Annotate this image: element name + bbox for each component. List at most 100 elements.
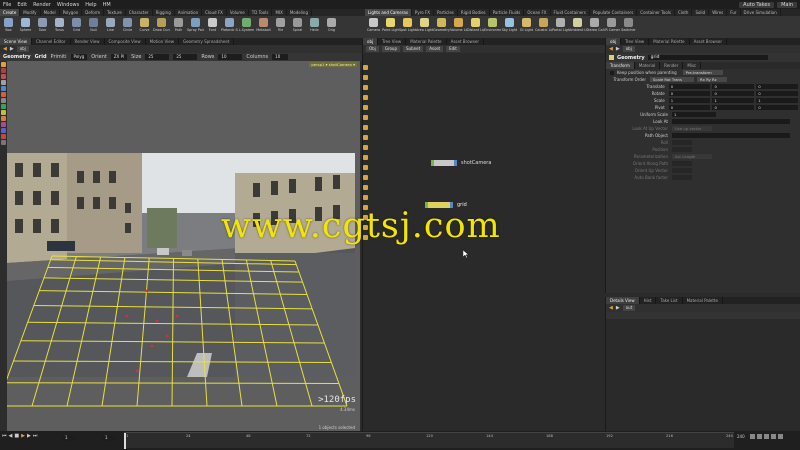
pane-tab[interactable]: Material xyxy=(635,62,661,69)
shelf-tab[interactable]: Texture xyxy=(104,9,126,16)
network-path-chip[interactable]: Subnet xyxy=(403,46,424,52)
menubar-button[interactable]: Auto Takes xyxy=(739,1,775,8)
pane-tab[interactable]: Channel Editor xyxy=(32,38,71,45)
options-icon[interactable] xyxy=(1,140,6,145)
pane-tab[interactable]: Asset Browser xyxy=(447,38,485,45)
columns-field[interactable]: 10 xyxy=(272,54,289,60)
play-icon[interactable]: ▶ xyxy=(21,433,25,439)
menu-item-edit[interactable]: Edit xyxy=(17,2,27,8)
shelf-tool[interactable]: Path xyxy=(170,16,187,38)
orient-along-field[interactable] xyxy=(672,161,692,166)
shelf-tab[interactable]: Animation xyxy=(175,9,203,16)
view-tool-icon[interactable] xyxy=(1,98,6,103)
menu-item-file[interactable]: File xyxy=(3,2,11,8)
shelf-tab[interactable]: MIX xyxy=(272,9,287,16)
param-value-field[interactable]: 0 xyxy=(712,91,755,96)
snap-grid-icon[interactable] xyxy=(1,110,6,115)
parameterization-menu[interactable]: Arc Length xyxy=(672,154,712,159)
rotate-order-menu[interactable]: Rx Ry Rz xyxy=(697,77,727,82)
shelf-tool[interactable]: GI Light xyxy=(518,16,535,38)
back-arrow-icon[interactable]: ◀ xyxy=(609,46,613,52)
path-object-field[interactable] xyxy=(672,133,790,138)
pane-tab[interactable]: Tree View xyxy=(621,38,650,45)
shelf-tab[interactable]: Modeling xyxy=(287,9,313,16)
pane-tab[interactable]: Take List xyxy=(656,297,683,304)
network-tool-icon[interactable] xyxy=(363,165,368,170)
orient-up-field[interactable] xyxy=(672,168,692,173)
param-value-field[interactable]: 1 xyxy=(668,98,711,103)
jump-end-icon[interactable]: ⏭ xyxy=(33,433,38,439)
node-display-flag[interactable] xyxy=(454,160,457,166)
menu-item-render[interactable]: Render xyxy=(33,2,51,8)
shelf-tab[interactable]: Rigid Bodies xyxy=(458,9,490,16)
shelf-tool[interactable]: VR Camera xyxy=(603,16,620,38)
shelf-tool[interactable]: Geometry Light xyxy=(433,16,450,38)
pose-tool-icon[interactable] xyxy=(1,92,6,97)
grid-handle-point[interactable] xyxy=(150,344,154,348)
shelf-tool[interactable]: Circle xyxy=(119,16,136,38)
orientation-menu[interactable]: ZX Pl xyxy=(110,54,128,60)
key-icon[interactable] xyxy=(778,434,783,439)
shelf-tab[interactable]: Fluid Containers xyxy=(551,9,590,16)
record-icon[interactable] xyxy=(1,134,6,139)
network-tool-icon[interactable] xyxy=(363,145,368,150)
snap-curve-icon[interactable] xyxy=(1,122,6,127)
shelf-tool[interactable]: Ambient Light xyxy=(569,16,586,38)
pane-tab[interactable]: Material Palette xyxy=(683,297,723,304)
network-tool-icon[interactable] xyxy=(363,65,368,70)
select-tool-icon[interactable] xyxy=(1,62,6,67)
size-y-field[interactable]: 25 xyxy=(173,54,198,60)
roll-field[interactable] xyxy=(672,140,692,145)
network-path-chip[interactable]: Group xyxy=(381,46,400,52)
timeline-track[interactable]: 1 24 48 72 96 120 144 168 192 216 240 xyxy=(124,432,734,449)
handle-tool-icon[interactable] xyxy=(1,86,6,91)
shelf-tool[interactable]: Font xyxy=(204,16,221,38)
back-arrow-icon[interactable]: ◀ xyxy=(3,46,7,52)
pane-tab[interactable]: Material Palette xyxy=(406,38,447,45)
shelf-tab[interactable]: Polygon xyxy=(60,9,83,16)
shelf-tool[interactable]: Area Light xyxy=(416,16,433,38)
shelf-tab[interactable]: Model xyxy=(41,9,60,16)
shelf-tab[interactable]: Wires xyxy=(709,9,728,16)
step-back-icon[interactable]: ◀ xyxy=(9,433,13,439)
network-path-chip[interactable]: Asset xyxy=(426,46,444,52)
shelf-tab[interactable]: Drive Simulation xyxy=(741,9,781,16)
shelf-tab[interactable]: Rigging xyxy=(153,9,175,16)
3d-viewport[interactable]: persp1 ▾ shotCamera ▾ >120fps 4.34ms 1 o… xyxy=(7,61,360,431)
render-region-icon[interactable] xyxy=(1,104,6,109)
network-path-chip[interactable]: Obj xyxy=(366,46,379,52)
snap-multi-icon[interactable] xyxy=(1,128,6,133)
shelf-tab[interactable]: Volume xyxy=(227,9,249,16)
network-tool-icon[interactable] xyxy=(363,175,368,180)
node-name-field[interactable]: grid xyxy=(647,55,768,60)
key-icon[interactable] xyxy=(764,434,769,439)
shelf-tool[interactable]: Box xyxy=(0,16,17,38)
menu-item-hm[interactable]: HM xyxy=(103,2,111,8)
shelf-tool[interactable]: Point Light xyxy=(382,16,399,38)
shelf-tool[interactable]: Distant Light xyxy=(467,16,484,38)
node-shotcamera[interactable]: shotCamera xyxy=(431,160,491,166)
look-at-field[interactable] xyxy=(672,119,790,124)
network-tool-icon[interactable] xyxy=(363,195,368,200)
param-value-field[interactable]: 0 xyxy=(756,105,798,110)
shelf-tool[interactable]: Curve xyxy=(136,16,153,38)
shelf-tool[interactable]: Portal Light xyxy=(552,16,569,38)
shelf-tool[interactable]: Environment Light xyxy=(484,16,501,38)
shelf-tab[interactable]: Pyro FX xyxy=(412,9,435,16)
shelf-tab[interactable]: Cloth xyxy=(675,9,693,16)
param-value-field[interactable]: 0 xyxy=(668,91,711,96)
grid-handle-point[interactable] xyxy=(135,369,139,373)
shelf-tab[interactable]: Cloud FX xyxy=(202,9,227,16)
shelf-tool[interactable]: Helix xyxy=(306,16,323,38)
shelf-tab[interactable]: Modify xyxy=(20,9,41,16)
network-tool-icon[interactable] xyxy=(363,75,368,80)
shelf-tool[interactable]: Sphere xyxy=(17,16,34,38)
menu-item-windows[interactable]: Windows xyxy=(57,2,79,8)
forward-arrow-icon[interactable]: ▶ xyxy=(616,305,620,311)
stop-icon[interactable]: ■ xyxy=(14,433,19,439)
shelf-tab[interactable]: Particles xyxy=(434,9,458,16)
shelf-tab[interactable]: Container Tools xyxy=(637,9,675,16)
back-arrow-icon[interactable]: ◀ xyxy=(609,305,613,311)
menu-item-help[interactable]: Help xyxy=(85,2,96,8)
param-path-chip[interactable]: obj xyxy=(622,46,635,52)
